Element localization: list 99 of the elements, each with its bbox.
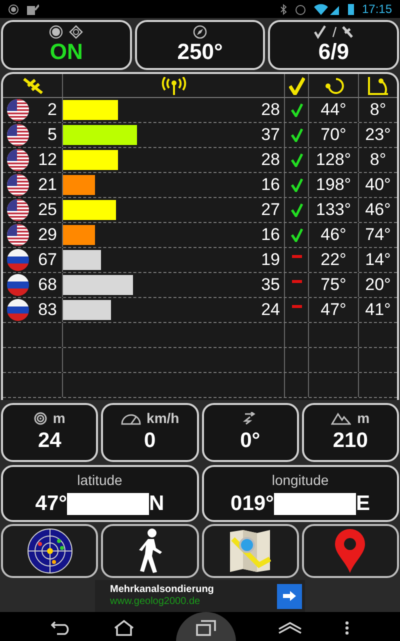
tool-button[interactable] (302, 524, 399, 578)
battery-icon (348, 4, 354, 14)
azimuth-value: 133° (316, 199, 352, 222)
card-value: 250° (177, 39, 223, 65)
flag-icon (7, 249, 29, 271)
location-icon (8, 4, 19, 14)
signal-icon (160, 76, 186, 94)
elevation-value: 74° (365, 224, 391, 246)
unit-label: m (52, 409, 66, 428)
overflow-menu-button[interactable] (344, 621, 349, 635)
signal-strength: 24 (261, 299, 280, 322)
card-value: 6/9 (318, 39, 349, 65)
azimuth-value: 44° (320, 99, 346, 122)
satellite-number: 5 (48, 124, 57, 146)
coordinate-label: latitude (77, 471, 122, 490)
signal-strength: 16 (261, 224, 280, 246)
flag-icon (7, 274, 29, 296)
elevation-value: 8° (370, 99, 386, 122)
satellite-number: 21 (38, 174, 57, 196)
flag-icon (7, 299, 29, 321)
signal-strength: 28 (261, 149, 280, 172)
gps-icon (49, 25, 84, 39)
signal-strength: 35 (261, 274, 280, 296)
ad-arrow-button[interactable] (277, 584, 302, 608)
azimuth-value: 128° (316, 149, 352, 172)
more-icon (344, 621, 349, 635)
card-value: 24 (38, 428, 62, 454)
satellite-number: 83 (38, 299, 57, 322)
flag-icon (7, 199, 29, 221)
card-value: 0 (144, 428, 156, 454)
flag-icon (7, 224, 29, 246)
map-icon (229, 529, 272, 573)
coordinate-value: N (149, 491, 164, 517)
elevation-value: 23° (365, 124, 391, 146)
mountain-icon (331, 412, 352, 425)
flag-icon (7, 124, 29, 146)
unit-label: km/h (146, 409, 180, 428)
checkmark-icon (288, 76, 304, 94)
back-icon (51, 621, 72, 635)
elevation-value: 14° (365, 249, 391, 272)
card-value: 210 (332, 428, 368, 454)
card-value: ON (50, 39, 83, 65)
azimuth-value: 70° (320, 124, 346, 146)
unit-label: m (357, 409, 370, 428)
satellite-number: 68 (38, 274, 57, 296)
home-icon (114, 620, 134, 636)
signal-strength: 19 (261, 249, 280, 272)
target-icon (34, 412, 47, 425)
signal-strength: 37 (261, 124, 280, 146)
azimuth-value: 75° (320, 274, 346, 296)
chevron-up-icon (278, 622, 302, 634)
flag-icon (7, 174, 29, 196)
elevation-value: 46° (365, 199, 391, 222)
elevation-value: 8° (370, 149, 386, 172)
home-button[interactable] (114, 620, 134, 636)
elevation-icon (367, 76, 389, 94)
azimuth-value: 22° (320, 249, 346, 272)
azimuth-value: 47° (320, 299, 346, 322)
bluetooth-icon (280, 4, 287, 14)
satellite-number: 12 (38, 149, 57, 172)
signal-strength: 27 (261, 199, 280, 222)
ad-link[interactable]: www.geolog2000.de (110, 596, 277, 608)
notification-icon (27, 4, 39, 14)
satellite-icon (22, 76, 44, 94)
elevation-value: 40° (365, 174, 391, 196)
ad-title: Mehrkanalsondierung (110, 584, 215, 596)
tool-button[interactable] (202, 524, 299, 578)
satellite-number: 29 (38, 224, 57, 246)
menu-up-button[interactable] (278, 622, 302, 634)
card-value: 0° (240, 428, 260, 454)
alarm-icon (294, 4, 306, 14)
tool-button[interactable] (101, 524, 198, 578)
recent-apps-icon (196, 620, 216, 636)
satellite-number: 25 (38, 199, 57, 222)
coordinate-value: 019° (230, 491, 274, 517)
coordinate-value: E (356, 491, 370, 517)
check-satellite-icon (314, 25, 354, 39)
coordinate-value: 47° (35, 491, 68, 517)
flag-icon (7, 149, 29, 171)
back-button[interactable] (51, 621, 72, 635)
wifi-signal-icon (314, 4, 340, 14)
satellite-number: 67 (38, 249, 57, 272)
azimuth-icon (322, 76, 344, 94)
arrow-right-icon (283, 591, 296, 601)
elevation-value: 41° (365, 299, 391, 322)
speedometer-icon (120, 412, 141, 425)
signal-strength: 16 (261, 174, 280, 196)
flag-icon (7, 99, 29, 121)
tool-button[interactable] (1, 524, 98, 578)
azimuth-value: 198° (316, 174, 352, 196)
signal-strength: 28 (261, 99, 280, 122)
compass-icon (193, 25, 207, 39)
coordinate-label: longitude (272, 471, 329, 490)
satellite-number: 2 (48, 99, 57, 122)
radar-icon (26, 528, 73, 574)
azimuth-value: 46° (320, 224, 346, 246)
location-pin-icon (334, 528, 366, 574)
elevation-value: 20° (365, 274, 391, 296)
clock: 17:15 (362, 1, 392, 18)
